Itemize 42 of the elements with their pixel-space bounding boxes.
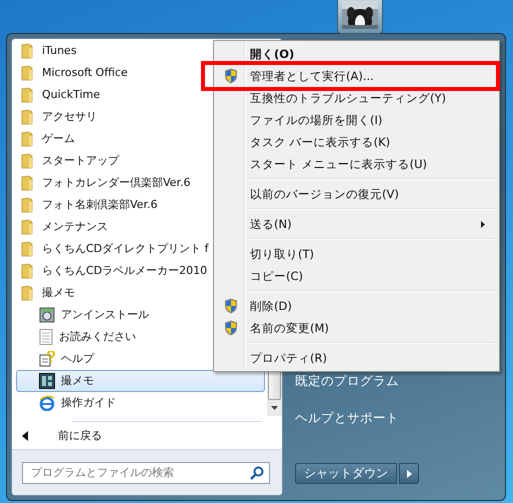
installer-icon [39,307,55,323]
shutdown-options-button[interactable] [399,463,419,484]
folder-icon [21,131,33,147]
folder-icon [21,241,33,257]
program-item[interactable]: 操作ガイド [16,392,265,414]
menu-item[interactable]: 送る(N) [216,213,497,235]
menu-item[interactable]: 削除(D) [216,295,497,317]
menu-item[interactable]: コピー(C) [216,265,497,287]
help-document-icon [39,351,55,367]
menu-item[interactable]: 開く(O) [216,43,497,65]
menu-item[interactable]: 互換性のトラブルシューティング(Y) [216,87,497,109]
menu-item[interactable]: スタート メニューに表示する(U) [216,153,497,175]
menu-item[interactable]: 以前のバージョンの復元(V) [216,183,497,205]
left-arrow-icon [22,430,28,440]
folder-icon [21,109,33,125]
folder-icon [21,43,33,59]
folder-icon [21,175,33,191]
menu-item[interactable]: 名前の変更(M) [216,317,497,339]
menu-link[interactable]: ヘルプとサポート [295,404,499,433]
search-icon [250,466,264,480]
folder-icon [21,285,33,301]
folder-icon [21,219,33,235]
folder-icon [21,197,33,213]
browser-icon [39,395,55,411]
folder-icon [21,153,33,169]
menu-item[interactable]: プロパティ(R) [216,347,497,369]
shutdown-button[interactable]: シャットダウン [295,463,397,484]
folder-icon [21,263,33,279]
program-item[interactable]: 撮メモ [16,370,265,392]
back-button[interactable]: 前に戻る [12,422,282,449]
right-arrow-icon [406,470,412,478]
menu-item[interactable]: タスク バーに表示する(K) [216,131,497,153]
folder-icon [21,87,33,103]
app-icon [39,373,55,389]
menu-item[interactable]: 切り取り(T) [216,243,497,265]
scroll-down-arrow-icon[interactable] [271,406,278,410]
user-picture-frame[interactable] [337,0,383,34]
search-field[interactable]: プログラムとファイルの検索 [22,462,270,484]
menu-item[interactable]: ファイルの場所を開く(I) [216,109,497,131]
folder-icon [21,65,33,81]
document-icon [39,329,53,345]
menu-item[interactable]: 管理者として実行(A)... [216,65,496,87]
